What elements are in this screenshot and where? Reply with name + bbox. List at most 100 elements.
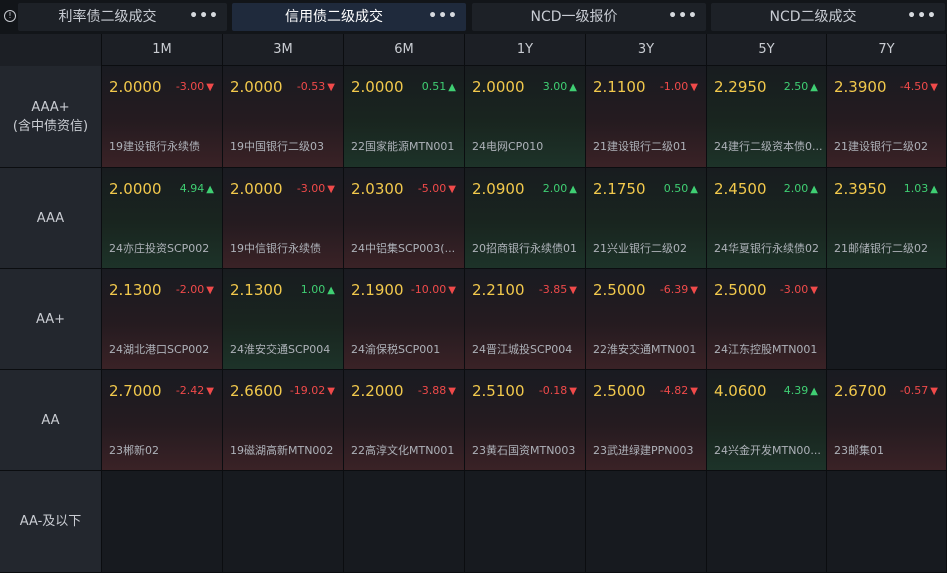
change-value: 4.94 ▲ <box>180 182 214 195</box>
more-icon[interactable]: ••• <box>668 3 698 29</box>
yield-value: 2.2100 <box>472 281 525 299</box>
more-icon[interactable]: ••• <box>428 3 458 29</box>
quote-cell[interactable]: 2.1300 -2.00 ▼ 24湖北港口SCP002 <box>102 269 223 370</box>
change-value: -6.39 ▼ <box>660 283 698 296</box>
rating-label: AA+ <box>35 311 66 327</box>
yield-value: 2.5000 <box>593 281 646 299</box>
empty-cell <box>827 471 947 573</box>
arrow-down-icon: ▼ <box>930 82 938 93</box>
change-number: -3.00 <box>175 80 205 93</box>
change-value: -3.00 ▼ <box>176 80 214 93</box>
change-value: -3.00 ▼ <box>297 182 335 195</box>
bond-name: 24湖北港口SCP002 <box>109 343 210 356</box>
quote-cell[interactable]: 2.5100 -0.18 ▼ 23黄石国资MTN003 <box>465 370 586 471</box>
bond-name: 21兴业银行二级02 <box>593 242 687 255</box>
quote-cell[interactable]: 2.0000 0.51 ▲ 22国家能源MTN001 <box>344 66 465 168</box>
change-number: -19.02 <box>289 384 326 397</box>
quote-cell[interactable]: 2.0300 -5.00 ▼ 24中铝集SCP003(... <box>344 168 465 269</box>
tab-rate-bond-secondary[interactable]: 利率债二级成交 ••• <box>18 3 227 31</box>
quote-cell[interactable]: 2.0000 -3.00 ▼ 19建设银行永续债 <box>102 66 223 168</box>
quote-cell[interactable]: 2.5000 -6.39 ▼ 22淮安交通MTN001 <box>586 269 707 370</box>
arrow-down-icon: ▼ <box>569 386 577 397</box>
row-header: AA <box>0 370 102 471</box>
quote-cell[interactable]: 2.6700 -0.57 ▼ 23邮集01 <box>827 370 947 471</box>
yield-value: 4.0600 <box>714 382 767 400</box>
yield-value: 2.2000 <box>351 382 404 400</box>
yield-value: 2.0000 <box>109 78 162 96</box>
bond-name: 19中国银行二级03 <box>230 140 324 153</box>
change-number: -0.18 <box>538 384 568 397</box>
quote-cell[interactable]: 2.3950 1.03 ▲ 21邮储银行二级02 <box>827 168 947 269</box>
yield-value: 2.5000 <box>593 382 646 400</box>
change-value: -3.85 ▼ <box>539 283 577 296</box>
quote-cell[interactable]: 2.4500 2.00 ▲ 24华夏银行永续债02 <box>707 168 827 269</box>
arrow-up-icon: ▲ <box>930 184 938 195</box>
change-number: -3.88 <box>417 384 447 397</box>
quote-cell[interactable]: 2.1100 -1.00 ▼ 21建设银行二级01 <box>586 66 707 168</box>
change-number: -5.00 <box>417 182 447 195</box>
arrow-down-icon: ▼ <box>690 386 698 397</box>
change-number: 0.51 <box>421 80 447 93</box>
quote-cell[interactable]: 2.0000 3.00 ▲ 24电网CP010 <box>465 66 586 168</box>
arrow-down-icon: ▼ <box>448 184 456 195</box>
arrow-down-icon: ▼ <box>327 184 335 195</box>
info-icon[interactable]: ! <box>4 10 16 22</box>
change-number: 2.50 <box>783 80 809 93</box>
quote-cell[interactable]: 2.2950 2.50 ▲ 24建行二级资本债0... <box>707 66 827 168</box>
quote-cell[interactable]: 2.1300 1.00 ▲ 24淮安交通SCP004 <box>223 269 344 370</box>
quote-cell[interactable]: 2.3900 -4.50 ▼ 21建设银行二级02 <box>827 66 947 168</box>
bond-name: 22淮安交通MTN001 <box>593 343 697 356</box>
bond-name: 19磁湖高新MTN002 <box>230 444 334 457</box>
arrow-down-icon: ▼ <box>569 285 577 296</box>
quote-cell[interactable]: 2.5000 -3.00 ▼ 24江东控股MTN001 <box>707 269 827 370</box>
yield-value: 2.0300 <box>351 180 404 198</box>
quote-cell[interactable]: 2.5000 -4.82 ▼ 23武进绿建PPN003 <box>586 370 707 471</box>
empty-cell <box>344 471 465 573</box>
more-icon[interactable]: ••• <box>907 3 937 29</box>
more-icon[interactable]: ••• <box>189 3 219 29</box>
quote-cell[interactable]: 2.1750 0.50 ▲ 21兴业银行二级02 <box>586 168 707 269</box>
change-value: -3.88 ▼ <box>418 384 456 397</box>
change-number: 2.00 <box>783 182 809 195</box>
change-number: 3.00 <box>542 80 568 93</box>
change-value: -5.00 ▼ <box>418 182 456 195</box>
quote-cell[interactable]: 2.2100 -3.85 ▼ 24晋江城投SCP004 <box>465 269 586 370</box>
change-value: -0.57 ▼ <box>900 384 938 397</box>
bond-name: 23邮集01 <box>834 444 884 457</box>
quote-cell[interactable]: 2.1900 -10.00 ▼ 24渝保税SCP001 <box>344 269 465 370</box>
bond-name: 24电网CP010 <box>472 140 544 153</box>
change-value: -10.00 ▼ <box>411 283 456 296</box>
change-value: 0.50 ▲ <box>664 182 698 195</box>
change-number: -3.00 <box>296 182 326 195</box>
quote-cell[interactable]: 2.0900 2.00 ▲ 20招商银行永续债01 <box>465 168 586 269</box>
arrow-down-icon: ▼ <box>690 285 698 296</box>
arrow-up-icon: ▲ <box>327 285 335 296</box>
tab-label: 信用债二级成交 <box>285 9 383 25</box>
quote-cell[interactable]: 2.0000 4.94 ▲ 24亦庄投资SCP002 <box>102 168 223 269</box>
arrow-down-icon: ▼ <box>206 386 214 397</box>
quote-cell[interactable]: 2.2000 -3.88 ▼ 22高淳文化MTN001 <box>344 370 465 471</box>
quote-cell[interactable]: 2.0000 -3.00 ▼ 19中信银行永续债 <box>223 168 344 269</box>
change-value: -19.02 ▼ <box>290 384 335 397</box>
tab-ncd-secondary[interactable]: NCD二级成交 ••• <box>711 3 945 31</box>
quote-cell[interactable]: 2.7000 -2.42 ▼ 23郴新02 <box>102 370 223 471</box>
change-value: -2.00 ▼ <box>176 283 214 296</box>
column-header-3y: 3Y <box>586 34 707 66</box>
change-value: -3.00 ▼ <box>780 283 818 296</box>
yield-value: 2.0000 <box>230 78 283 96</box>
arrow-down-icon: ▼ <box>206 82 214 93</box>
rating-sublabel: (含中债资信) <box>12 118 89 134</box>
quote-cell[interactable]: 2.6600 -19.02 ▼ 19磁湖高新MTN002 <box>223 370 344 471</box>
change-number: -2.42 <box>175 384 205 397</box>
tab-ncd-primary-quote[interactable]: NCD一级报价 ••• <box>472 3 706 31</box>
yield-value: 2.0000 <box>472 78 525 96</box>
change-value: -2.42 ▼ <box>176 384 214 397</box>
yield-value: 2.7000 <box>109 382 162 400</box>
quote-cell[interactable]: 4.0600 4.39 ▲ 24兴金开发MTN00... <box>707 370 827 471</box>
change-value: 1.03 ▲ <box>904 182 938 195</box>
tab-credit-bond-secondary[interactable]: 信用债二级成交 ••• <box>232 3 466 31</box>
bond-name: 19中信银行永续债 <box>230 242 321 255</box>
bond-name: 24华夏银行永续债02 <box>714 242 819 255</box>
quote-cell[interactable]: 2.0000 -0.53 ▼ 19中国银行二级03 <box>223 66 344 168</box>
arrow-up-icon: ▲ <box>569 184 577 195</box>
